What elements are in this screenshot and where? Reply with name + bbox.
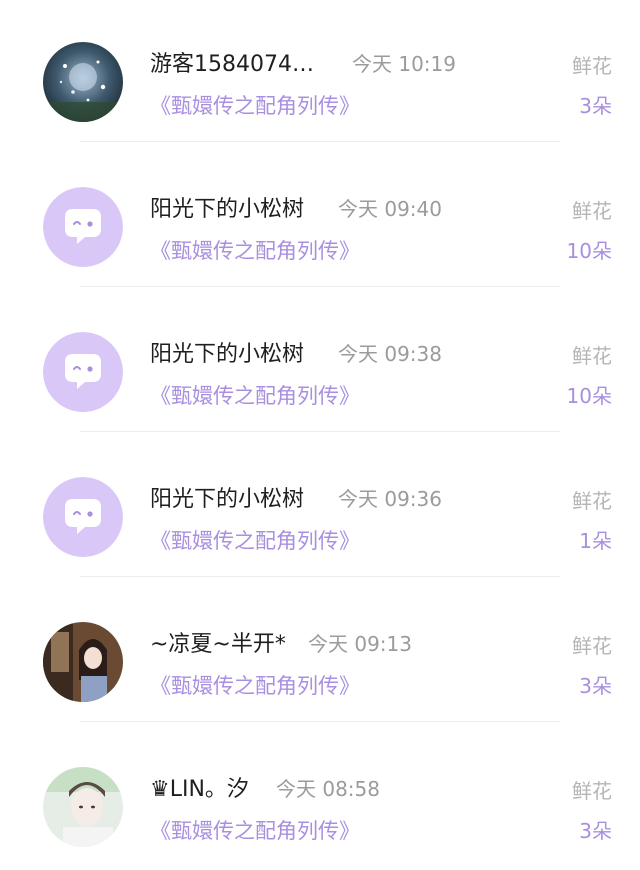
book-title-link[interactable]: 《甄嬛传之配角列传》 [150,90,360,120]
timestamp: 今天 09:38 [338,342,442,366]
row-divider [80,721,560,722]
row-divider [80,431,560,432]
flower-count: 3朵 [579,819,612,843]
username[interactable]: ♛LIN。汐 [150,771,249,803]
flower-gift-list: 游客1584074… 今天 10:19 《甄嬛传之配角列传》 鲜花 3朵 阳光下… [0,0,640,851]
avatar-default[interactable] [43,187,123,267]
row-divider [80,576,560,577]
username[interactable]: 阳光下的小松树 [150,191,304,223]
timestamp: 今天 09:40 [338,197,442,221]
chat-bubble-icon [43,332,123,412]
username[interactable]: 阳光下的小松树 [150,336,304,368]
avatar-sparkle-photo[interactable] [43,42,123,122]
flower-count: 10朵 [566,384,612,408]
book-title-link[interactable]: 《甄嬛传之配角列传》 [150,670,360,700]
book-title-link[interactable]: 《甄嬛传之配角列传》 [150,525,360,555]
book-title-link[interactable]: 《甄嬛传之配角列传》 [150,815,360,845]
list-item[interactable]: ♛LIN。汐 今天 08:58 《甄嬛传之配角列传》 鲜花 3朵 [0,725,640,870]
flower-count: 3朵 [579,94,612,118]
flower-count: 1朵 [579,529,612,553]
flower-count: 3朵 [579,674,612,698]
list-item[interactable]: 阳光下的小松树 今天 09:38 《甄嬛传之配角列传》 鲜花 10朵 [0,290,640,435]
flower-label: 鲜花 [572,344,612,368]
list-item[interactable]: 游客1584074… 今天 10:19 《甄嬛传之配角列传》 鲜花 3朵 [0,0,640,145]
chat-bubble-icon [43,477,123,557]
timestamp: 今天 08:58 [276,777,380,801]
row-divider [80,286,560,287]
username[interactable]: ~凉夏~半开* [150,626,286,658]
avatar-default[interactable] [43,332,123,412]
username[interactable]: 阳光下的小松树 [150,481,304,513]
list-item[interactable]: 阳光下的小松树 今天 09:36 《甄嬛传之配角列传》 鲜花 1朵 [0,435,640,580]
username[interactable]: 游客1584074… [150,46,314,78]
avatar-soft-photo[interactable] [43,767,123,847]
flower-label: 鲜花 [572,54,612,78]
row-divider [80,141,560,142]
flower-count: 10朵 [566,239,612,263]
avatar-girl-photo[interactable] [43,622,123,702]
flower-label: 鲜花 [572,634,612,658]
flower-label: 鲜花 [572,199,612,223]
flower-label: 鲜花 [572,779,612,803]
avatar-default[interactable] [43,477,123,557]
timestamp: 今天 10:19 [352,52,456,76]
book-title-link[interactable]: 《甄嬛传之配角列传》 [150,380,360,410]
timestamp: 今天 09:36 [338,487,442,511]
timestamp: 今天 09:13 [308,632,412,656]
book-title-link[interactable]: 《甄嬛传之配角列传》 [150,235,360,265]
flower-label: 鲜花 [572,489,612,513]
list-item[interactable]: ~凉夏~半开* 今天 09:13 《甄嬛传之配角列传》 鲜花 3朵 [0,580,640,725]
list-item[interactable]: 阳光下的小松树 今天 09:40 《甄嬛传之配角列传》 鲜花 10朵 [0,145,640,290]
chat-bubble-icon [43,187,123,267]
